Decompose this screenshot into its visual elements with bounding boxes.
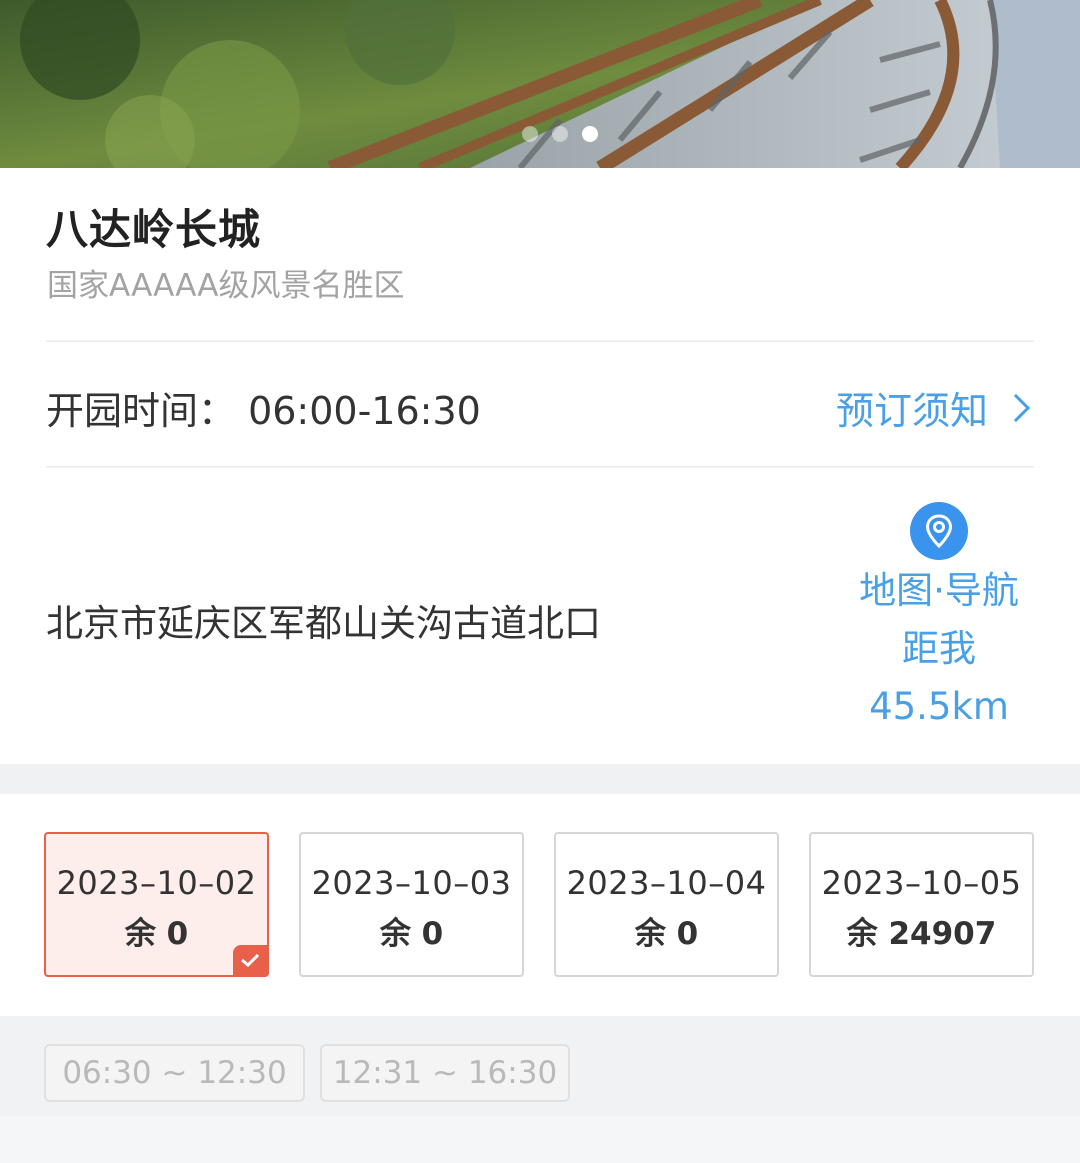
bottom-spacer [0, 1116, 1080, 1163]
date-value: 2023–10–05 [821, 864, 1022, 902]
date-value: 2023–10–02 [56, 864, 257, 902]
remaining-count: 余 24907 [846, 916, 997, 952]
booking-notice-label: 预订须知 [835, 389, 988, 433]
date-card-selected[interactable]: 2023–10–02 余 0 [44, 832, 269, 977]
attraction-rating: 国家AAAAA级风景名胜区 [47, 268, 405, 304]
booking-notice-link[interactable]: 预订须知 [835, 380, 1031, 435]
attraction-address: 北京市延庆区军都山关沟古道北口 [46, 602, 601, 645]
check-icon [233, 945, 267, 975]
distance-label: 距我 [902, 627, 976, 670]
great-wall-slide-image [0, 0, 1080, 168]
time-slot-option-disabled[interactable]: 12:31 ~ 16:30 [320, 1044, 570, 1102]
chevron-right-icon [1001, 393, 1031, 422]
remaining-count: 余 0 [379, 916, 444, 952]
pager-dot[interactable] [522, 126, 538, 142]
remaining-count: 余 0 [634, 916, 699, 952]
time-slot-option-disabled[interactable]: 06:30 ~ 12:30 [44, 1044, 305, 1102]
location-pin-icon [910, 502, 968, 560]
opening-hours: 开园时间： 06:00-16:30 [46, 389, 481, 433]
pager-dot-active[interactable] [582, 126, 598, 142]
remaining-count: 余 0 [124, 916, 189, 952]
distance-value: 45.5km [869, 685, 1009, 728]
map-navigation-button[interactable]: 地图·导航 距我 45.5km [838, 502, 1040, 736]
date-card[interactable]: 2023–10–04 余 0 [554, 832, 779, 977]
date-value: 2023–10–04 [566, 864, 767, 902]
divider [46, 340, 1034, 342]
time-slot-selector: 06:30 ~ 12:30 12:31 ~ 16:30 [0, 1016, 1080, 1163]
date-card[interactable]: 2023–10–03 余 0 [299, 832, 524, 977]
date-value: 2023–10–03 [311, 864, 512, 902]
date-card[interactable]: 2023–10–05 余 24907 [809, 832, 1034, 977]
date-selector: 2023–10–02 余 0 2023–10–03 余 0 2023–10–04… [0, 794, 1080, 1016]
divider [46, 466, 1034, 468]
banner-pager [0, 126, 1080, 142]
section-separator [0, 764, 1080, 794]
attraction-info-card: 八达岭长城 国家AAAAA级风景名胜区 开园时间： 06:00-16:30 预订… [0, 168, 1080, 764]
map-nav-label: 地图·导航 [859, 569, 1019, 612]
pager-dot[interactable] [552, 126, 568, 142]
attraction-name: 八达岭长城 [46, 205, 262, 254]
banner-photo[interactable] [0, 0, 1080, 168]
